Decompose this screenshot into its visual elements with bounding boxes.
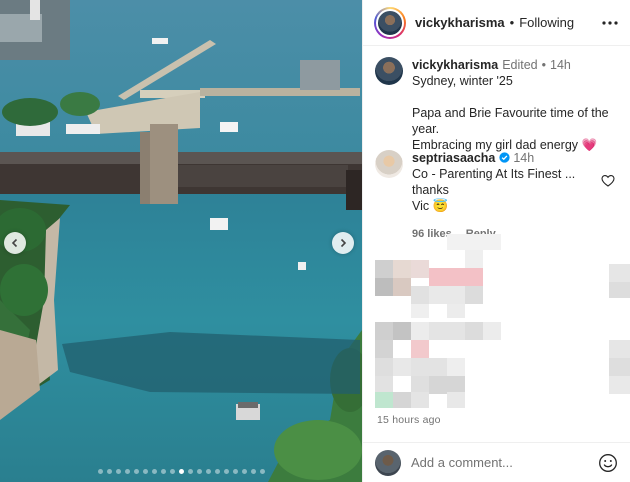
comment-emoji: 😇 (432, 199, 449, 213)
carousel-dot (106, 469, 112, 474)
caption-avatar[interactable] (375, 57, 403, 85)
carousel-dot (232, 469, 238, 474)
story-ring[interactable] (374, 6, 406, 39)
carousel-dot (214, 469, 220, 474)
carousel-dot (250, 469, 256, 474)
carousel-dot (223, 469, 229, 474)
carousel-dot (187, 469, 193, 474)
carousel-dot (259, 469, 265, 474)
carousel-dot (160, 469, 166, 474)
carousel-dot (115, 469, 121, 474)
author-avatar[interactable] (376, 8, 404, 37)
comment-text-line-2: Vic 😇 (412, 198, 602, 214)
caption-line-3: Papa and Brie Favourite time of the year… (412, 106, 609, 136)
comment-time[interactable]: 14h (513, 151, 534, 165)
following-button[interactable]: Following (519, 15, 574, 30)
author-username[interactable]: vickykharisma (415, 15, 505, 30)
carousel-indicator (0, 469, 362, 474)
carousel-dot (241, 469, 247, 474)
post-dialog: vickykharisma • Following vickykharisma … (0, 0, 630, 482)
commenter-username[interactable]: septriasaacha (412, 151, 495, 165)
commenter-avatar[interactable] (375, 150, 403, 178)
more-options-button[interactable] (602, 15, 618, 31)
chevron-left-icon (11, 238, 18, 248)
post-photo (0, 0, 362, 482)
carousel-dot (142, 469, 148, 474)
chevron-right-icon (340, 238, 347, 248)
carousel-dot (169, 469, 175, 474)
post-details: vickykharisma • Following vickykharisma … (362, 0, 630, 482)
caption-time[interactable]: 14h (550, 57, 571, 73)
carousel-dot (124, 469, 130, 474)
carousel-dot (178, 469, 184, 474)
comment-text-line-2-text: Vic (412, 199, 430, 213)
comment-item: septriasaacha 14h Co - Parenting At Its … (375, 150, 623, 242)
carousel-dot (133, 469, 139, 474)
caption-line-1: Sydney, winter '25 (412, 74, 513, 88)
post-caption: vickykharisma Edited • 14h Sydney, winte… (375, 57, 623, 153)
carousel-dot (97, 469, 103, 474)
post-header: vickykharisma • Following (363, 0, 630, 46)
carousel-dot (205, 469, 211, 474)
carousel-dot (196, 469, 202, 474)
more-horizontal-icon (602, 20, 618, 25)
carousel-dot (151, 469, 157, 474)
comment-text-line-1: Co - Parenting At Its Finest ... thanks (412, 167, 576, 197)
blurred-comments (375, 230, 630, 410)
next-slide-button[interactable] (332, 232, 354, 254)
caption-dot: • (541, 58, 547, 72)
post-media[interactable] (0, 0, 362, 482)
header-separator: • (509, 15, 515, 30)
previous-slide-button[interactable] (4, 232, 26, 254)
viewer-avatar (375, 449, 401, 476)
verified-badge-icon (499, 152, 510, 163)
caption-line-2 (412, 89, 623, 105)
edited-label: Edited (502, 58, 538, 72)
smiley-face-icon[interactable] (598, 453, 618, 473)
comment-input[interactable] (411, 455, 591, 470)
add-comment-bar (363, 442, 630, 482)
heart-icon[interactable] (601, 174, 615, 188)
post-timestamp[interactable]: 15 hours ago (377, 414, 441, 426)
caption-username[interactable]: vickykharisma (412, 57, 498, 73)
